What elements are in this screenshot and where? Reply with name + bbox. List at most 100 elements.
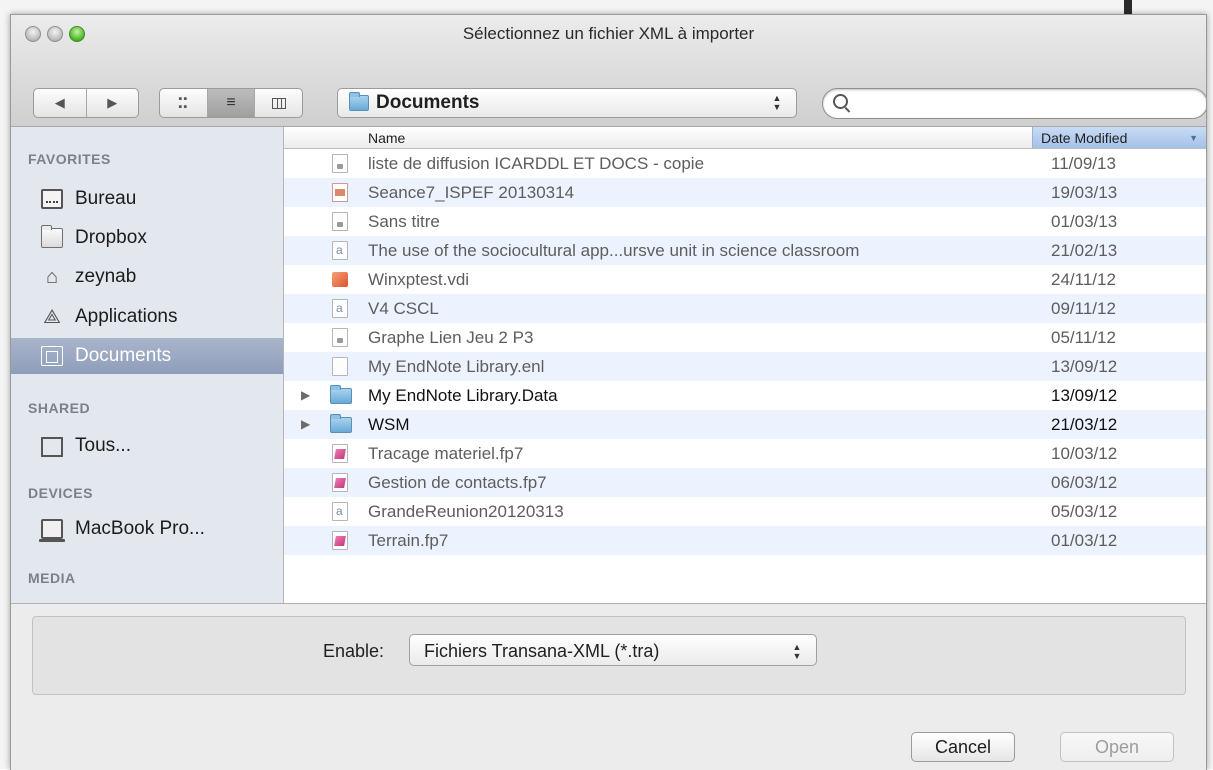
sidebar-item-bureau[interactable]: Bureau	[11, 181, 283, 217]
open-file-dialog: Sélectionnez un fichier XML à importer ◀…	[10, 14, 1207, 770]
disclosure-triangle-icon[interactable]: ▶	[301, 388, 310, 402]
blank-document-icon	[332, 357, 348, 376]
file-date: 19/03/13	[1051, 183, 1118, 202]
search-input[interactable]	[855, 93, 1189, 115]
sidebar-section-devices: DEVICES	[28, 485, 93, 501]
sidebar-item-zeynab[interactable]: ⌂ zeynab	[11, 259, 283, 295]
presentation-icon	[332, 183, 348, 202]
sidebar-item-macbook-pro[interactable]: MacBook Pro...	[11, 511, 283, 547]
sidebar-item-label: Applications	[75, 306, 178, 327]
table-row[interactable]: My EndNote Library.enl 13/09/12	[284, 352, 1206, 381]
document-icon	[332, 328, 348, 347]
file-date: 13/09/12	[1051, 357, 1118, 376]
sort-descending-icon: ▼	[1189, 133, 1198, 143]
document-icon	[332, 154, 348, 173]
sidebar-item-label: zeynab	[75, 266, 137, 287]
forward-button[interactable]: ▶	[85, 89, 139, 117]
file-date: 21/02/13	[1051, 241, 1118, 260]
file-name: Sans titre	[368, 212, 440, 231]
open-button[interactable]: Open	[1060, 732, 1174, 762]
network-icon	[41, 437, 63, 457]
file-date: 01/03/12	[1051, 531, 1118, 550]
table-row[interactable]: Sans titre 01/03/13	[284, 207, 1206, 236]
file-type-popup[interactable]: Fichiers Transana-XML (*.tra) ▲ ▼	[409, 634, 817, 666]
enable-label: Enable:	[323, 641, 385, 661]
folder-icon	[41, 225, 63, 248]
search-field[interactable]	[822, 88, 1206, 119]
table-row[interactable]: Tracage materiel.fp7 10/03/12	[284, 439, 1206, 468]
desktop-icon	[41, 189, 63, 209]
virtualbox-disk-icon	[332, 270, 348, 289]
disclosure-triangle-icon[interactable]: ▶	[301, 417, 310, 431]
column-view-button[interactable]	[254, 89, 302, 117]
table-row[interactable]: Seance7_ISPEF 20130314 19/03/13	[284, 178, 1206, 207]
file-name: GrandeReunion20120313	[368, 502, 564, 521]
laptop-icon	[39, 519, 65, 542]
forward-arrow-icon: ▶	[107, 95, 118, 110]
file-list: Name Date Modified ▼ liste de diffusion …	[284, 127, 1206, 603]
filemaker-icon	[332, 444, 348, 463]
sidebar-section-media: MEDIA	[28, 570, 76, 586]
file-name: Terrain.fp7	[368, 531, 449, 550]
table-row[interactable]: V4 CSCL 09/11/12	[284, 294, 1206, 323]
icon-view-button[interactable]: ▪▪ ▪▪	[160, 89, 207, 117]
file-type-panel: Enable: Fichiers Transana-XML (*.tra) ▲ ▼	[32, 616, 1186, 695]
file-name: liste de diffusion ICARDDL ET DOCS - cop…	[368, 154, 705, 173]
location-label: Documents	[376, 92, 480, 113]
filemaker-icon	[332, 531, 348, 550]
sidebar-item-documents[interactable]: Documents	[11, 338, 283, 374]
table-row[interactable]: ▶ My EndNote Library.Data 13/09/12	[284, 381, 1206, 410]
file-date: 01/03/13	[1051, 212, 1118, 231]
file-name: The use of the sociocultural app...ursve…	[368, 241, 860, 260]
back-button[interactable]: ◀	[34, 89, 86, 117]
list-view-button[interactable]: ≡	[206, 89, 255, 117]
text-document-icon	[332, 241, 348, 260]
table-row[interactable]: Terrain.fp7 01/03/12	[284, 526, 1206, 555]
sidebar-item-label: Documents	[75, 345, 172, 366]
column-header-name[interactable]: Name	[368, 130, 405, 146]
sidebar-item-dropbox[interactable]: Dropbox	[11, 220, 283, 256]
dialog-footer: Enable: Fichiers Transana-XML (*.tra) ▲ ▼…	[11, 603, 1206, 770]
window-title: Sélectionnez un fichier XML à importer	[462, 24, 755, 43]
navigation-buttons: ◀ ▶	[33, 88, 139, 118]
sidebar-item-label: MacBook Pro...	[75, 518, 205, 539]
file-type-value: Fichiers Transana-XML (*.tra)	[424, 641, 660, 661]
file-name: Seance7_ISPEF 20130314	[368, 183, 575, 202]
file-name: My EndNote Library.enl	[368, 357, 545, 376]
sidebar-item-tous[interactable]: Tous...	[11, 428, 283, 464]
column-header-label: Date Modified	[1041, 130, 1128, 146]
file-date: 11/09/13	[1051, 154, 1116, 173]
table-row[interactable]: The use of the sociocultural app...ursve…	[284, 236, 1206, 265]
back-arrow-icon: ◀	[54, 95, 65, 110]
file-name: Winxptest.vdi	[368, 270, 470, 289]
table-row[interactable]: ▶ WSM 21/03/12	[284, 410, 1206, 439]
file-name: Graphe Lien Jeu 2 P3	[368, 328, 534, 347]
view-mode-selector: ▪▪ ▪▪ ≡	[159, 88, 303, 118]
table-row[interactable]: Gestion de contacts.fp7 06/03/12	[284, 468, 1206, 497]
file-name: My EndNote Library.Data	[368, 386, 558, 405]
list-lines-icon: ≡	[226, 94, 236, 111]
sidebar-section-favorites: FAVORITES	[28, 151, 111, 167]
sidebar-item-label: Bureau	[75, 188, 137, 209]
list-header: Name Date Modified ▼	[284, 127, 1206, 149]
cancel-button[interactable]: Cancel	[911, 732, 1015, 762]
popup-arrows-icon: ▲ ▼	[772, 93, 782, 112]
sidebar-item-applications[interactable]: ⟁ Applications	[11, 299, 283, 335]
file-name: Gestion de contacts.fp7	[368, 473, 547, 492]
file-date: 05/03/12	[1051, 502, 1118, 521]
sidebar: FAVORITES Bureau Dropbox ⌂ zeynab ⟁ Appl…	[11, 127, 284, 603]
table-row[interactable]: Graphe Lien Jeu 2 P3 05/11/12	[284, 323, 1206, 352]
table-row[interactable]: liste de diffusion ICARDDL ET DOCS - cop…	[284, 149, 1206, 178]
file-date: 06/03/12	[1051, 473, 1118, 492]
documents-icon	[41, 346, 63, 366]
location-popup[interactable]: Documents ▲ ▼	[337, 88, 797, 118]
file-date: 10/03/12	[1051, 444, 1118, 463]
text-document-icon	[332, 299, 348, 318]
folder-icon	[330, 385, 352, 404]
table-row[interactable]: GrandeReunion20120313 05/03/12	[284, 497, 1206, 526]
sidebar-item-label: Tous...	[75, 435, 131, 456]
column-header-date-modified[interactable]: Date Modified ▼	[1032, 127, 1206, 148]
file-date: 21/03/12	[1051, 415, 1118, 434]
file-date: 05/11/12	[1051, 328, 1116, 347]
table-row[interactable]: Winxptest.vdi 24/11/12	[284, 265, 1206, 294]
